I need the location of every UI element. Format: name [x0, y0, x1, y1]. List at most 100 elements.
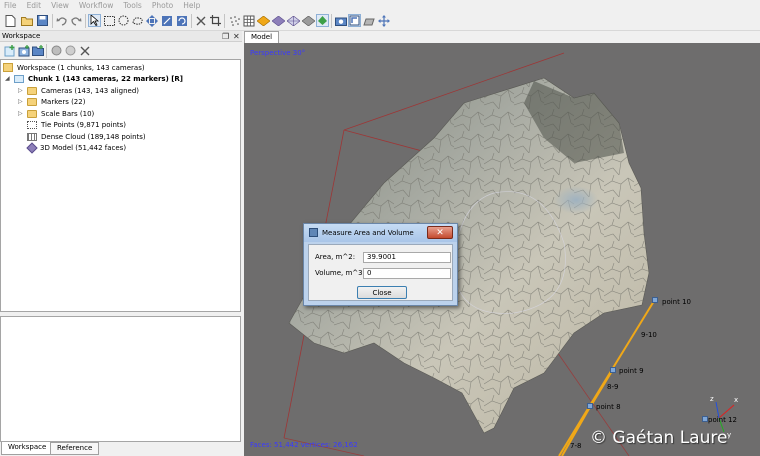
tree-item-label: Scale Bars (10) [41, 109, 95, 118]
workspace-icon [3, 63, 13, 72]
menu-edit[interactable]: Edit [27, 1, 42, 10]
reset-view-icon[interactable] [377, 14, 390, 27]
workspace-panel-header: Workspace ❐ ✕ [0, 31, 242, 42]
watermark: © Gaétan Laure [590, 428, 728, 448]
menu-help[interactable]: Help [183, 1, 200, 10]
dialog-title: Measure Area and Volume [322, 229, 414, 237]
panel-tabs: Workspace Reference [0, 442, 242, 456]
close-icon[interactable]: ✕ [427, 226, 453, 239]
collapsed-arrow-icon[interactable]: ▷ [18, 87, 27, 94]
undo-icon[interactable] [55, 14, 68, 27]
close-panel-icon[interactable]: ✕ [233, 31, 240, 42]
tree-item-dense-cloud[interactable]: Dense Cloud (189,148 points) [27, 131, 146, 142]
add-photos-icon[interactable] [17, 44, 30, 57]
tree-item-tie-points[interactable]: Tie Points (9,871 points) [27, 119, 126, 130]
menu-bar: File Edit View Workflow Tools Photo Help [0, 0, 760, 11]
model-solid-icon[interactable] [272, 14, 285, 27]
free-form-selection-icon[interactable] [131, 14, 144, 27]
menu-photo[interactable]: Photo [152, 1, 173, 10]
marker-label: point 10 [662, 298, 691, 306]
move-region-icon[interactable] [145, 14, 158, 27]
circle-selection-icon[interactable] [117, 14, 130, 27]
model-textured-active-icon[interactable] [316, 14, 329, 27]
model-stats: Faces: 51,442 vertices: 26,162 [250, 441, 358, 449]
tree-item-3d-model[interactable]: 3D Model (51,442 faces) [26, 141, 127, 154]
chunk-icon [14, 74, 24, 83]
float-panel-icon[interactable]: ❐ [222, 31, 229, 42]
tree-item-chunk[interactable]: ◢ Chunk 1 (143 cameras, 22 markers) [R] [5, 73, 183, 84]
tab-model[interactable]: Model [244, 31, 280, 43]
dialog-app-icon [309, 228, 318, 237]
tree-item-label: Workspace (1 chunks, 143 cameras) [17, 63, 145, 72]
menu-workflow[interactable]: Workflow [79, 1, 113, 10]
workspace-toolbar [0, 42, 242, 59]
marker-icon[interactable] [610, 367, 616, 373]
axis-z-label: z [710, 395, 714, 403]
add-chunk-icon[interactable] [3, 44, 16, 57]
menu-tools[interactable]: Tools [123, 1, 141, 10]
save-icon[interactable] [36, 14, 49, 27]
navigation-cursor-icon[interactable] [88, 14, 101, 27]
tab-reference[interactable]: Reference [50, 442, 100, 455]
expanded-arrow-icon[interactable]: ◢ [5, 75, 14, 82]
marker-label: point 9 [619, 367, 644, 375]
dialog-body: Area, m^2: 39.9001 Volume, m^3: 0 Close [308, 244, 453, 301]
area-field[interactable]: 39.9001 [363, 252, 451, 263]
tree-item-label: Tie Points (9,871 points) [41, 120, 127, 129]
collapsed-arrow-icon[interactable]: ▷ [18, 98, 27, 105]
menu-file[interactable]: File [4, 1, 17, 10]
model-icon [26, 141, 38, 154]
tree-item-workspace[interactable]: Workspace (1 chunks, 143 cameras) [3, 62, 145, 73]
resize-region-icon[interactable] [160, 14, 173, 27]
open-folder-icon[interactable] [20, 14, 33, 27]
redo-icon[interactable] [70, 14, 83, 27]
properties-pane [0, 316, 241, 442]
scale-bar-label: 7-8 [570, 442, 582, 450]
marker-icon[interactable] [652, 297, 658, 303]
model-wireframe-icon[interactable] [287, 14, 300, 27]
workspace-tree: Workspace (1 chunks, 143 cameras) ◢ Chun… [0, 59, 241, 312]
workspace-panel-title: Workspace [2, 32, 41, 40]
tree-item-cameras[interactable]: ▷ Cameras (143, 143 aligned) [18, 85, 139, 96]
enable-icon[interactable] [64, 44, 77, 57]
scale-bar-label: 9-10 [641, 331, 657, 339]
dense-cloud-icon [27, 132, 37, 141]
projection-label: Perspective 30° [250, 49, 306, 57]
tree-item-scale-bars[interactable]: ▷ Scale Bars (10) [18, 108, 94, 119]
remove-items-icon[interactable] [78, 44, 91, 57]
model-textured-icon[interactable] [302, 14, 315, 27]
tab-workspace[interactable]: Workspace [1, 442, 54, 455]
show-cameras-icon[interactable] [334, 14, 347, 27]
water-spot [554, 186, 598, 214]
crop-selection-icon[interactable] [209, 14, 222, 27]
volume-label: Volume, m^3: [315, 269, 365, 277]
tree-item-label: Chunk 1 (143 cameras, 22 markers) [R] [28, 74, 183, 83]
tie-points-icon [27, 120, 37, 129]
close-button[interactable]: Close [357, 286, 407, 299]
marker-icon[interactable] [587, 403, 593, 409]
marker-label: point 8 [596, 403, 621, 411]
show-region-icon[interactable] [362, 14, 375, 27]
dense-cloud-icon[interactable] [242, 14, 255, 27]
rectangle-selection-icon[interactable] [103, 14, 116, 27]
show-markers-icon[interactable] [348, 14, 361, 27]
volume-field[interactable]: 0 [363, 268, 451, 279]
point-cloud-icon[interactable] [228, 14, 241, 27]
collapsed-arrow-icon[interactable]: ▷ [18, 110, 27, 117]
add-folder-icon[interactable] [31, 44, 44, 57]
rotate-region-icon[interactable] [175, 14, 188, 27]
new-document-icon[interactable] [4, 14, 17, 27]
folder-icon [27, 97, 37, 106]
folder-icon [27, 86, 37, 95]
delete-selection-icon[interactable] [194, 14, 207, 27]
tree-item-markers[interactable]: ▷ Markers (22) [18, 96, 85, 107]
menu-view[interactable]: View [51, 1, 69, 10]
disable-icon[interactable] [50, 44, 63, 57]
area-label: Area, m^2: [315, 253, 356, 261]
axis-x-label: x [734, 396, 739, 404]
axis-y-label: y [727, 431, 732, 439]
tree-item-label: Dense Cloud (189,148 points) [41, 132, 146, 141]
measure-area-volume-dialog: Measure Area and Volume ✕ Area, m^2: 39.… [303, 223, 458, 306]
tree-item-label: 3D Model (51,442 faces) [40, 143, 127, 152]
model-shaded-icon[interactable] [257, 14, 270, 27]
